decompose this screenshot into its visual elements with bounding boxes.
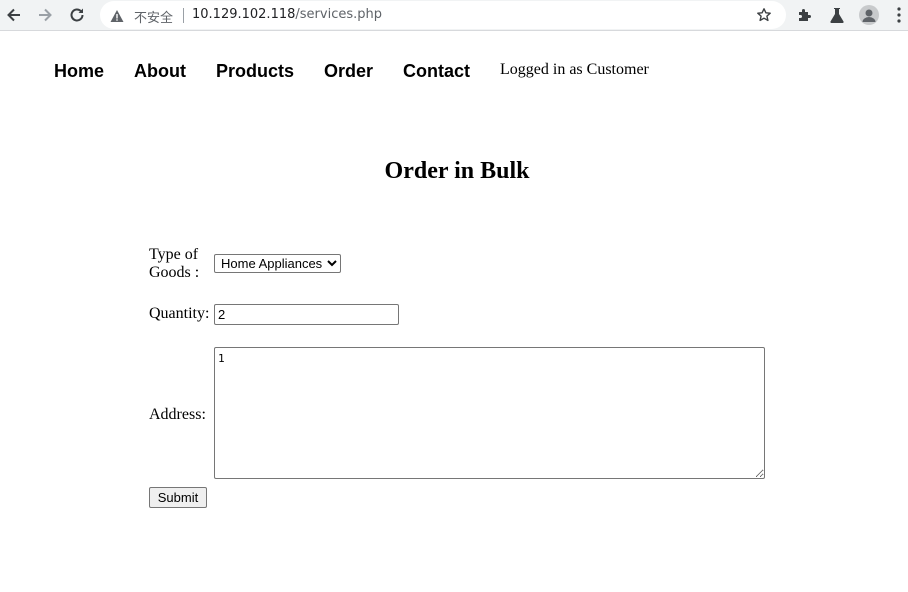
bookmark-star-icon[interactable] bbox=[756, 7, 772, 27]
nav-order-link[interactable]: Order bbox=[324, 61, 373, 82]
back-icon[interactable] bbox=[4, 5, 24, 25]
separator bbox=[183, 8, 184, 23]
reload-icon[interactable] bbox=[67, 5, 87, 25]
forward-icon[interactable] bbox=[35, 5, 55, 25]
nav-contact-link[interactable]: Contact bbox=[403, 61, 470, 82]
profile-avatar-icon[interactable] bbox=[859, 5, 879, 25]
site-nav: Home About Products Order Contact bbox=[54, 61, 500, 85]
submit-button[interactable]: Submit bbox=[149, 487, 207, 508]
url-path: /services.php bbox=[295, 7, 382, 22]
url-text[interactable]: 10.129.102.118/services.php bbox=[192, 7, 382, 22]
url-host: 10.129.102.118 bbox=[192, 7, 296, 22]
labs-flask-icon[interactable] bbox=[829, 6, 845, 28]
login-status: Logged in as Customer bbox=[500, 61, 649, 78]
nav-home-link[interactable]: Home bbox=[54, 61, 104, 82]
address-label: Address: bbox=[149, 406, 206, 423]
goods-type-label: Type of Goods : bbox=[149, 246, 200, 281]
security-label[interactable]: 不安全 bbox=[134, 7, 173, 26]
address-textarea[interactable]: 1 bbox=[214, 347, 765, 479]
quantity-label: Quantity: bbox=[149, 305, 210, 322]
more-menu-icon[interactable] bbox=[896, 7, 902, 27]
goods-type-select[interactable]: Home Appliances bbox=[214, 254, 341, 273]
page-title: Order in Bulk bbox=[384, 158, 530, 184]
address-bar[interactable]: 不安全 10.129.102.118/services.php bbox=[100, 1, 786, 29]
nav-products-link[interactable]: Products bbox=[216, 61, 294, 82]
quantity-input[interactable] bbox=[214, 304, 399, 325]
warning-icon[interactable] bbox=[110, 8, 124, 27]
nav-about-link[interactable]: About bbox=[134, 61, 186, 82]
browser-toolbar: 不安全 10.129.102.118/services.php bbox=[0, 0, 908, 31]
extensions-puzzle-icon[interactable] bbox=[796, 6, 814, 28]
